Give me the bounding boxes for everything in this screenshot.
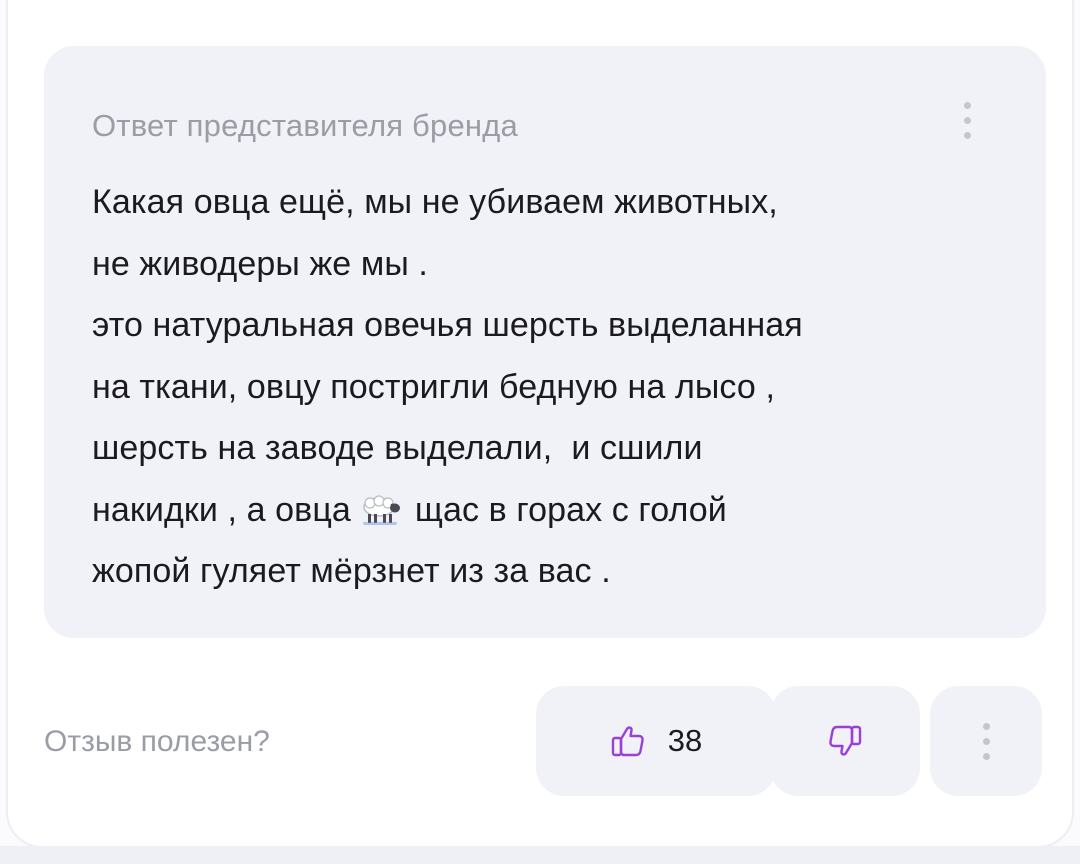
reply-line: жопой гуляет мёрзнет из за вас . [92, 552, 611, 590]
more-vertical-icon [981, 722, 991, 760]
reply-line-with-emoji: накидки , а овца щас в горах с голой [92, 480, 1002, 542]
reply-line-part: накидки , а овца [92, 490, 351, 529]
review-more-button[interactable] [930, 686, 1042, 796]
reply-title: Ответ представителя бренда [92, 108, 518, 143]
reply-line: Какая овца ещё, мы не убиваем животных, [92, 183, 778, 221]
next-section-edge [0, 846, 1080, 864]
helpful-question: Отзыв полезен? [44, 725, 270, 758]
reply-more-icon[interactable] [962, 102, 972, 139]
thumbs-up-icon [611, 726, 644, 757]
reply-line: не живодеры же мы . [92, 244, 428, 283]
reply-line: на ткани, овцу постригли бедную на лысо … [92, 367, 776, 406]
dislike-button[interactable] [770, 686, 920, 796]
reply-line: шерсть на заводе выделали, и сшили [92, 429, 703, 467]
reply-line: это натуральная овечья шерсть выделанная [92, 306, 803, 344]
reply-line-part: щас в горах с голой [414, 490, 727, 529]
like-button[interactable]: 38 [536, 686, 776, 796]
reply-text: Какая овца ещё, мы не убиваем животных, … [92, 172, 1002, 603]
like-count: 38 [667, 723, 703, 758]
sheep-icon [362, 494, 400, 525]
thumbs-down-icon [829, 725, 862, 756]
